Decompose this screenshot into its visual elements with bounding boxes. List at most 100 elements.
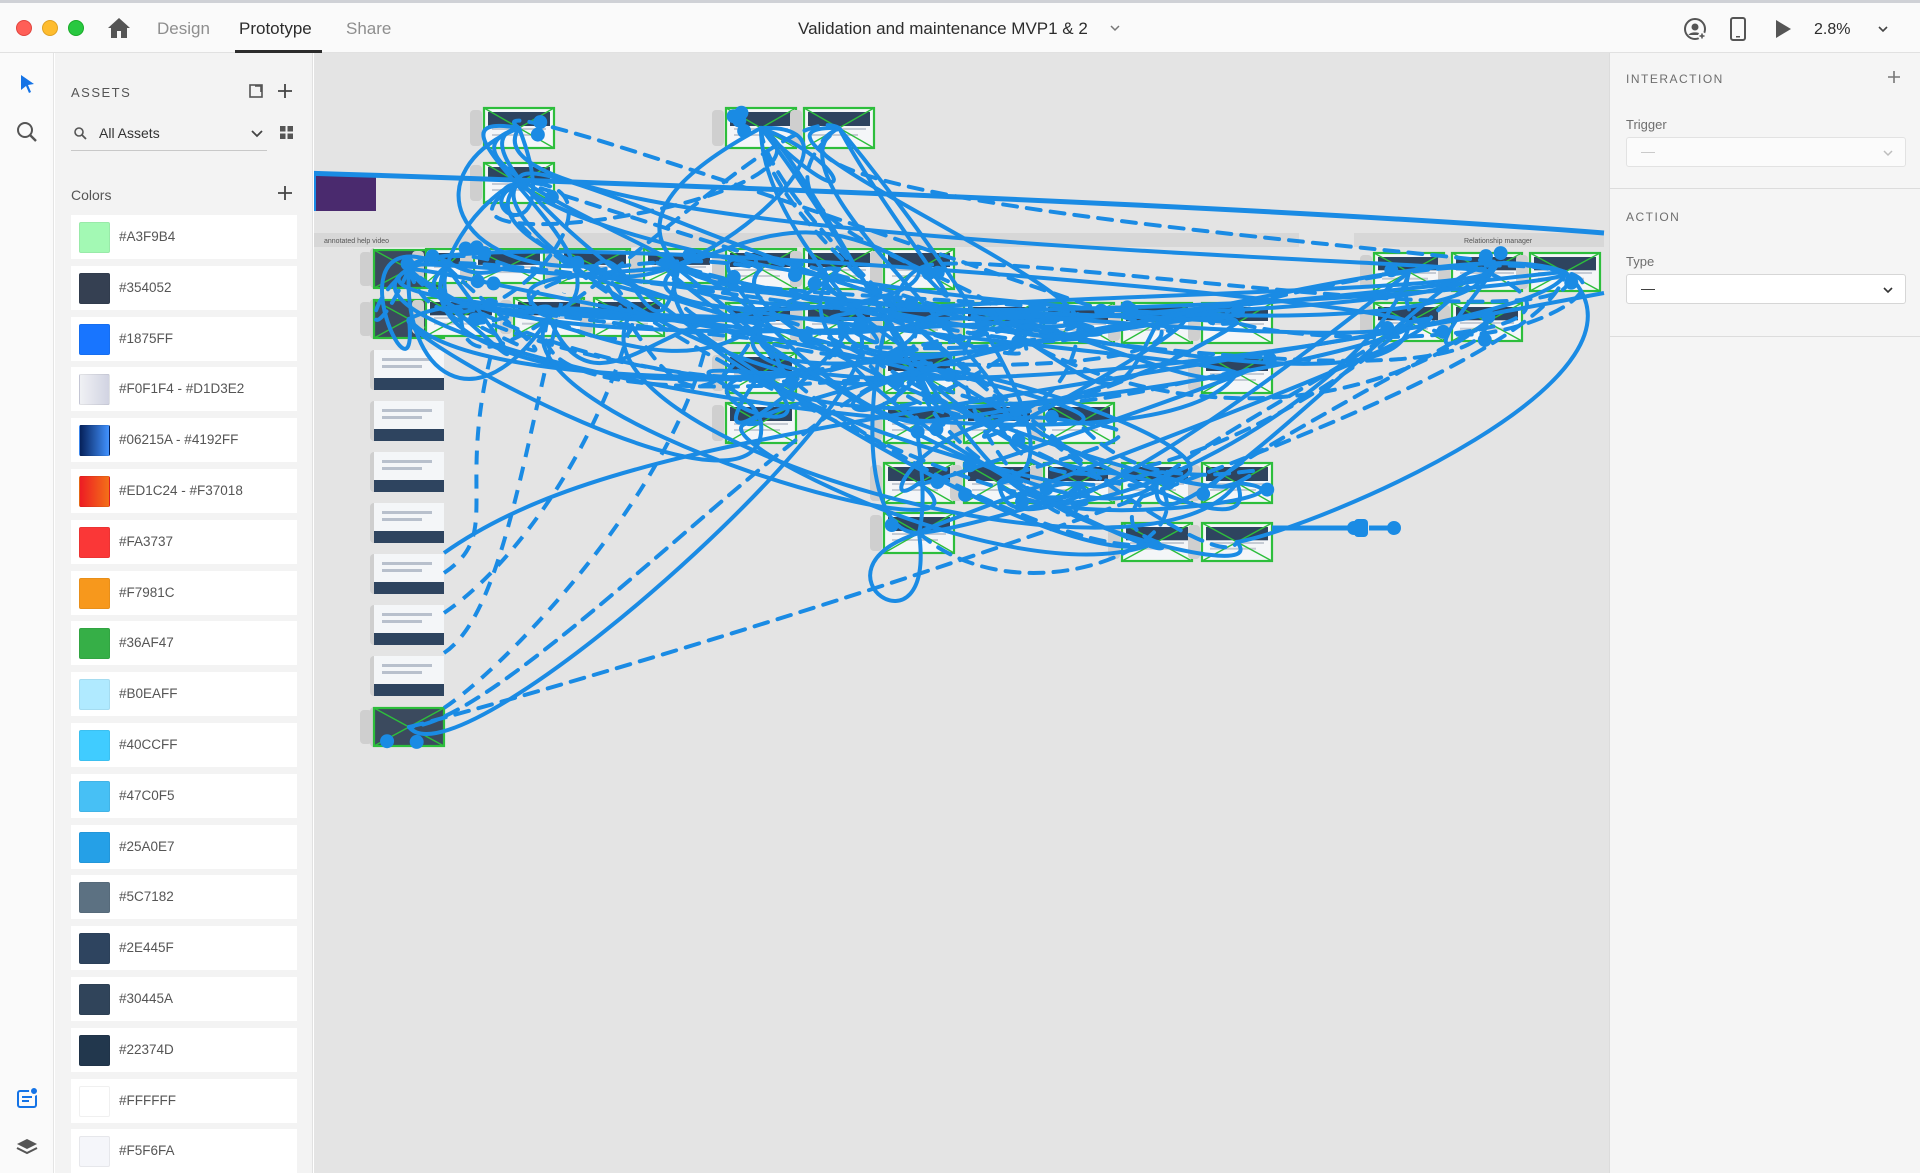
color-swatch-row[interactable]: #B0EAFF bbox=[71, 672, 297, 717]
artboard-footer[interactable] bbox=[374, 633, 444, 645]
wire-node bbox=[1196, 486, 1211, 501]
color-swatch bbox=[79, 323, 110, 355]
artboard-line[interactable] bbox=[382, 613, 432, 616]
color-swatch-row[interactable]: #30445A bbox=[71, 977, 297, 1021]
wire-node bbox=[1124, 303, 1139, 318]
tab-share[interactable]: Share bbox=[346, 19, 391, 39]
wire-node bbox=[1481, 309, 1496, 324]
title-bar: Design Prototype Share Validation and ma… bbox=[0, 3, 1920, 53]
artboard-handle[interactable] bbox=[1360, 255, 1372, 289]
chevron-down-icon[interactable] bbox=[1108, 21, 1122, 35]
artboard-footer[interactable] bbox=[374, 480, 444, 492]
artboard-line[interactable] bbox=[382, 467, 422, 470]
artboard-line[interactable] bbox=[382, 664, 432, 667]
close-window-button[interactable] bbox=[16, 20, 32, 36]
color-swatch-row[interactable]: #2E445F bbox=[71, 926, 297, 971]
color-swatch-row[interactable]: #22374D bbox=[71, 1027, 297, 1072]
action-heading: ACTION bbox=[1626, 210, 1681, 224]
artboard-banner[interactable] bbox=[314, 173, 376, 211]
artboard-line[interactable] bbox=[382, 511, 432, 514]
wire-node bbox=[734, 105, 749, 120]
artboard-handle[interactable] bbox=[360, 710, 372, 744]
color-swatch-row[interactable]: #F0F1F4 - #D1D3E2 bbox=[71, 367, 297, 412]
layers-icon[interactable] bbox=[14, 1135, 40, 1161]
prototype-canvas[interactable]: annotated help video Relationship manager bbox=[314, 53, 1609, 1173]
color-swatch-row[interactable]: #F5F6FA bbox=[71, 1129, 297, 1173]
artboard-footer[interactable] bbox=[374, 684, 444, 696]
wire-node bbox=[1015, 494, 1030, 509]
minimize-window-button[interactable] bbox=[42, 20, 58, 36]
color-swatch-row[interactable]: #5C7182 bbox=[71, 875, 297, 920]
artboard-handle[interactable] bbox=[360, 252, 372, 286]
tab-prototype[interactable]: Prototype bbox=[239, 19, 312, 39]
color-swatch bbox=[79, 577, 110, 609]
device-preview-icon[interactable] bbox=[1729, 17, 1747, 41]
artboard-banner-edge[interactable] bbox=[314, 173, 316, 211]
chevron-down-icon[interactable] bbox=[249, 126, 265, 142]
artboard-handle[interactable] bbox=[712, 110, 724, 146]
artboard-line[interactable] bbox=[382, 569, 422, 572]
color-swatch-row[interactable]: #25A0E7 bbox=[71, 824, 297, 869]
prototype-flow-diagram[interactable]: annotated help video Relationship manager bbox=[314, 53, 1609, 1173]
color-swatch-row[interactable]: #FA3737 bbox=[71, 519, 297, 564]
color-swatch-row[interactable]: #36AF47 bbox=[71, 621, 297, 666]
artboard-footer[interactable] bbox=[374, 378, 444, 390]
panel-divider bbox=[1610, 188, 1920, 189]
left-toolbar bbox=[0, 53, 54, 1173]
color-swatch-row[interactable]: #06215A - #4192FF bbox=[71, 418, 297, 463]
artboard-handle[interactable] bbox=[870, 515, 882, 551]
color-swatch-row[interactable]: #1875FF bbox=[71, 316, 297, 361]
artboard-line[interactable] bbox=[382, 671, 422, 674]
color-swatch-label: #30445A bbox=[119, 991, 174, 1006]
artboard-line[interactable] bbox=[382, 562, 432, 565]
home-icon[interactable] bbox=[107, 17, 131, 39]
add-interaction-icon[interactable] bbox=[1886, 69, 1902, 85]
wire-node bbox=[798, 329, 813, 344]
color-swatch-row[interactable]: #40CCFF bbox=[71, 723, 297, 767]
color-swatch-row[interactable]: #47C0F5 bbox=[71, 773, 297, 818]
artboard-line[interactable] bbox=[382, 518, 422, 521]
artboard-handle[interactable] bbox=[360, 302, 372, 336]
color-swatch-row[interactable]: #FFFFFF bbox=[71, 1078, 297, 1123]
wire-node bbox=[1011, 432, 1026, 447]
color-swatch-row[interactable]: #A3F9B4 bbox=[71, 215, 297, 259]
artboard-footer[interactable] bbox=[374, 531, 444, 543]
wire-node bbox=[530, 127, 545, 142]
color-swatch-row[interactable]: #ED1C24 - #F37018 bbox=[71, 469, 297, 513]
color-swatch-row[interactable]: #F7981C bbox=[71, 570, 297, 615]
artboard-handle[interactable] bbox=[470, 110, 482, 146]
select-tool-icon[interactable] bbox=[14, 71, 40, 97]
artboard-footer[interactable] bbox=[374, 582, 444, 594]
artboard-handle[interactable] bbox=[470, 165, 482, 201]
zoom-level[interactable]: 2.8% bbox=[1814, 21, 1850, 39]
trigger-select[interactable]: — bbox=[1626, 137, 1906, 167]
panel-divider bbox=[1610, 336, 1920, 337]
artboard-header[interactable] bbox=[808, 112, 870, 126]
wire-node bbox=[1477, 332, 1492, 347]
wire-node bbox=[737, 124, 752, 139]
user-invite-icon[interactable] bbox=[1683, 17, 1707, 41]
artboard-line[interactable] bbox=[382, 358, 432, 361]
document-title[interactable]: Validation and maintenance MVP1 & 2 bbox=[798, 19, 1088, 39]
type-select[interactable]: — bbox=[1626, 274, 1906, 304]
color-swatch bbox=[79, 780, 110, 812]
wire-node bbox=[1011, 334, 1026, 349]
color-swatch-label: #2E445F bbox=[119, 940, 174, 956]
artboard-line[interactable] bbox=[382, 460, 432, 463]
tab-design[interactable]: Design bbox=[157, 19, 210, 39]
grid-view-icon[interactable] bbox=[279, 125, 294, 140]
color-swatch-row[interactable]: #354052 bbox=[71, 265, 297, 310]
artboard-line[interactable] bbox=[382, 365, 422, 368]
artboard-line[interactable] bbox=[382, 409, 432, 412]
chevron-down-icon[interactable] bbox=[1876, 22, 1890, 36]
artboard-footer[interactable] bbox=[374, 429, 444, 441]
export-assets-icon[interactable] bbox=[248, 83, 264, 99]
assets-filter[interactable]: All Assets bbox=[71, 115, 267, 151]
artboard-line[interactable] bbox=[382, 416, 422, 419]
search-icon[interactable] bbox=[14, 119, 40, 145]
zoom-window-button[interactable] bbox=[68, 20, 84, 36]
add-color-icon[interactable] bbox=[276, 184, 294, 202]
play-icon[interactable] bbox=[1774, 19, 1792, 39]
add-icon[interactable] bbox=[276, 82, 294, 100]
artboard-line[interactable] bbox=[382, 620, 422, 623]
